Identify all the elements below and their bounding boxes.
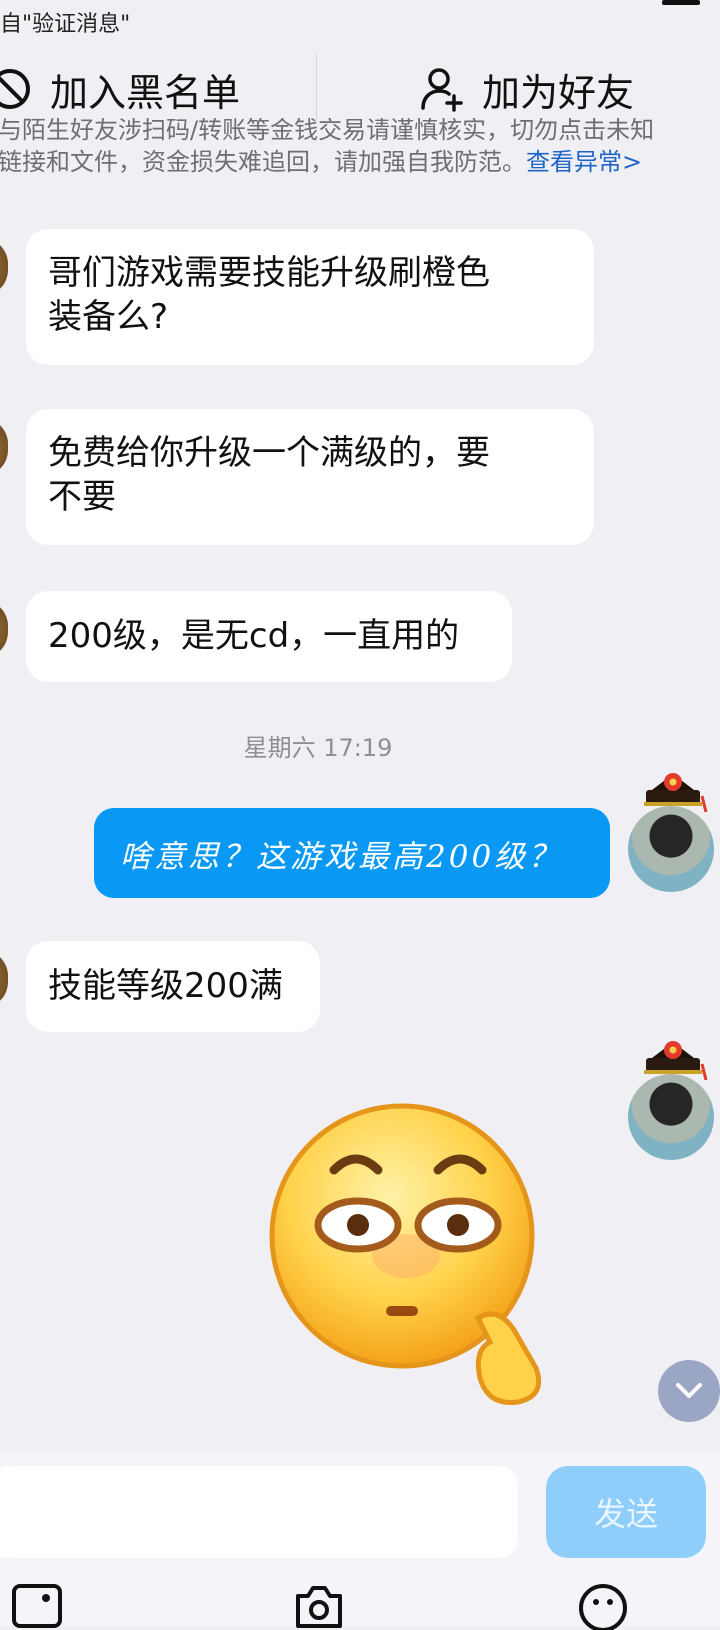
my-avatar[interactable] [628,773,714,892]
contact-avatar[interactable] [0,600,8,658]
contact-avatar[interactable] [0,418,8,476]
image-icon[interactable] [10,1580,64,1630]
message-text: 哥们游戏需要技能升级刷橙色 [48,253,490,293]
my-avatar[interactable] [628,1041,714,1160]
message-text: 200级，是无cd，一直用的 [48,616,460,656]
source-label: 自"验证消息" [0,12,131,37]
hat-icon [644,1041,708,1080]
chevron-down-icon [676,1383,702,1398]
message-text: 技能等级200满 [48,966,283,1006]
message-text: 装备么? [48,297,169,337]
message-bubble: 技能等级200满 [26,941,320,1032]
send-button[interactable]: 发送 [546,1466,706,1558]
timestamp: 星期六 17:19 [243,734,393,762]
security-warning: 与陌生好友涉扫码/转账等金钱交易请谨慎核实，切勿点击未知 链接和文件，资金损失难… [0,118,708,182]
camera-icon[interactable] [292,1580,346,1630]
emoji-icon[interactable] [576,1580,630,1630]
contact-avatar[interactable] [0,950,8,1008]
message-text: 啥意思？这游戏最高200级？ [120,838,563,875]
outgoing-message-bubble: 啥意思？这游戏最高200级？ [94,808,610,898]
message-input[interactable] [0,1466,518,1558]
message-bubble: 哥们游戏需要技能升级刷橙色 装备么? [26,229,594,365]
add-user-icon [421,68,463,112]
add-friend-label: 加为好友 [482,70,635,115]
emoji-sticker[interactable] [266,1100,576,1420]
input-area: 发送 [0,1452,720,1630]
block-icon [0,69,30,109]
view-anomaly-link[interactable]: 查看异常> [526,148,642,176]
action-divider [316,54,317,124]
block-label: 加入黑名单 [50,70,241,115]
hat-icon [644,773,708,812]
status-indicator [662,0,700,5]
contact-avatar[interactable] [0,238,8,296]
message-text: 免费给你升级一个满级的，要 [48,433,490,473]
warning-line-2: 链接和文件，资金损失难追回，请加强自我防范。查看异常> [0,142,708,182]
scroll-to-bottom-button[interactable] [658,1360,720,1422]
message-bubble: 免费给你升级一个满级的，要 不要 [26,409,594,545]
message-bubble: 200级，是无cd，一直用的 [26,591,512,682]
message-text: 不要 [48,477,116,517]
warning-line-1: 与陌生好友涉扫码/转账等金钱交易请谨慎核实，切勿点击未知 [0,118,655,142]
warning-text: 链接和文件，资金损失难追回，请加强自我防范。 [0,148,526,176]
